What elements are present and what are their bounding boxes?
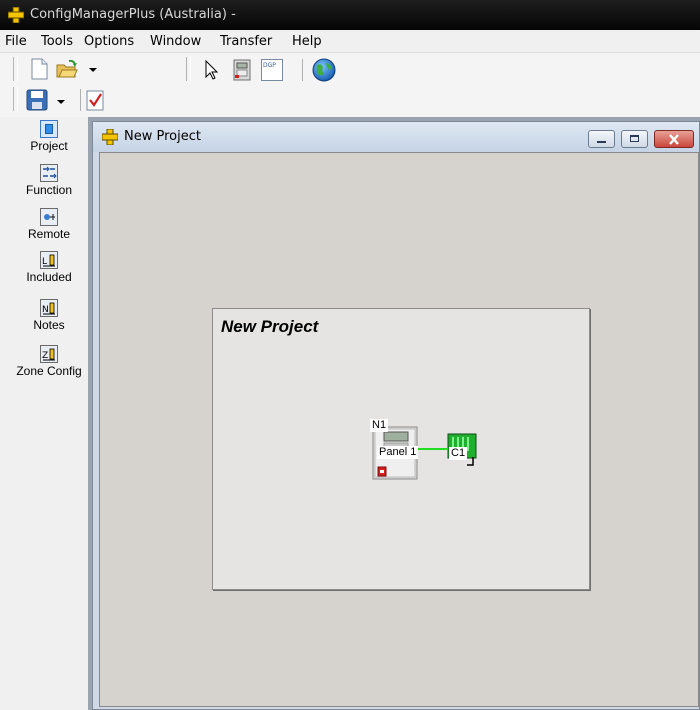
dgp-icon[interactable]: DGP [261, 59, 283, 81]
toolbar-separator [186, 57, 187, 81]
save-dropdown-icon[interactable] [57, 100, 65, 104]
sidebar-item-label: Notes [33, 318, 65, 332]
app-logo-icon [8, 7, 24, 23]
sidebar-item-notes[interactable]: N Notes [10, 299, 88, 332]
panel-device-icon[interactable] [231, 59, 253, 81]
sidebar-item-label: Remote [27, 227, 71, 241]
toolbar-grip[interactable] [13, 57, 18, 81]
menu-file[interactable]: File [5, 34, 27, 49]
panel-node-name-label: Panel 1 [377, 446, 419, 459]
menu-options[interactable]: Options [84, 34, 134, 49]
pointer-icon[interactable] [200, 59, 222, 81]
remote-icon [40, 208, 58, 226]
toolbar: DGP [0, 53, 700, 117]
function-icon [40, 164, 58, 182]
globe-icon[interactable] [312, 58, 336, 82]
project-panel-title: New Project [221, 317, 319, 336]
dgp-label: DGP [263, 62, 276, 69]
project-window-title: New Project [124, 129, 201, 144]
check-document-icon[interactable] [84, 89, 106, 111]
app-title: ConfigManagerPlus (Australia) - [30, 7, 236, 22]
sidebar-item-label: Included [26, 270, 72, 284]
maximize-icon [630, 135, 639, 142]
sidebar: Project Function Remote L Included N Not… [10, 117, 89, 710]
sidebar-item-remote[interactable]: Remote [10, 208, 88, 241]
project-window: New Project New Project N1 Panel 1 C1 [92, 121, 700, 710]
zone-config-icon: Z [40, 345, 58, 363]
project-canvas[interactable]: New Project N1 Panel 1 C1 [99, 152, 699, 707]
sidebar-item-zone-config[interactable]: Z Zone Config [10, 345, 88, 378]
c1-node[interactable]: C1 [445, 433, 477, 469]
sidebar-item-project[interactable]: Project [10, 120, 88, 153]
open-folder-icon[interactable] [56, 58, 78, 80]
included-icon: L [40, 251, 58, 269]
menu-help[interactable]: Help [292, 34, 322, 49]
left-edge-strip [0, 117, 10, 710]
project-icon [40, 120, 58, 138]
project-window-title-bar[interactable]: New Project [93, 122, 699, 152]
minimize-button[interactable] [588, 130, 615, 148]
project-panel[interactable]: New Project N1 Panel 1 C1 [212, 308, 590, 590]
sidebar-item-label: Zone Config [16, 364, 82, 378]
panel-node[interactable]: N1 Panel 1 [370, 419, 422, 481]
app-title-bar[interactable]: ConfigManagerPlus (Australia) - [0, 0, 700, 30]
panel-node-id-label: N1 [370, 419, 389, 432]
maximize-button[interactable] [621, 130, 648, 148]
toolbar-grip[interactable] [13, 87, 18, 111]
sidebar-item-label: Project [30, 139, 68, 153]
menu-bar: File Tools Options Window Transfer Help [0, 30, 700, 53]
close-button[interactable] [654, 130, 694, 148]
menu-window[interactable]: Window [150, 34, 201, 49]
project-window-logo-icon [102, 129, 118, 145]
toolbar-separator [80, 89, 81, 111]
sidebar-item-function[interactable]: Function [10, 164, 88, 197]
sidebar-item-label: Function [25, 183, 73, 197]
menu-tools[interactable]: Tools [41, 34, 73, 49]
save-icon[interactable] [26, 89, 48, 111]
minimize-icon [597, 141, 606, 143]
toolbar-separator [302, 59, 303, 81]
sidebar-item-included[interactable]: L Included [10, 251, 88, 284]
new-document-icon[interactable] [28, 58, 50, 80]
c1-node-label: C1 [449, 447, 468, 460]
menu-transfer[interactable]: Transfer [220, 34, 272, 49]
open-dropdown-icon[interactable] [89, 68, 97, 72]
close-icon [669, 134, 679, 145]
notes-icon: N [40, 299, 58, 317]
